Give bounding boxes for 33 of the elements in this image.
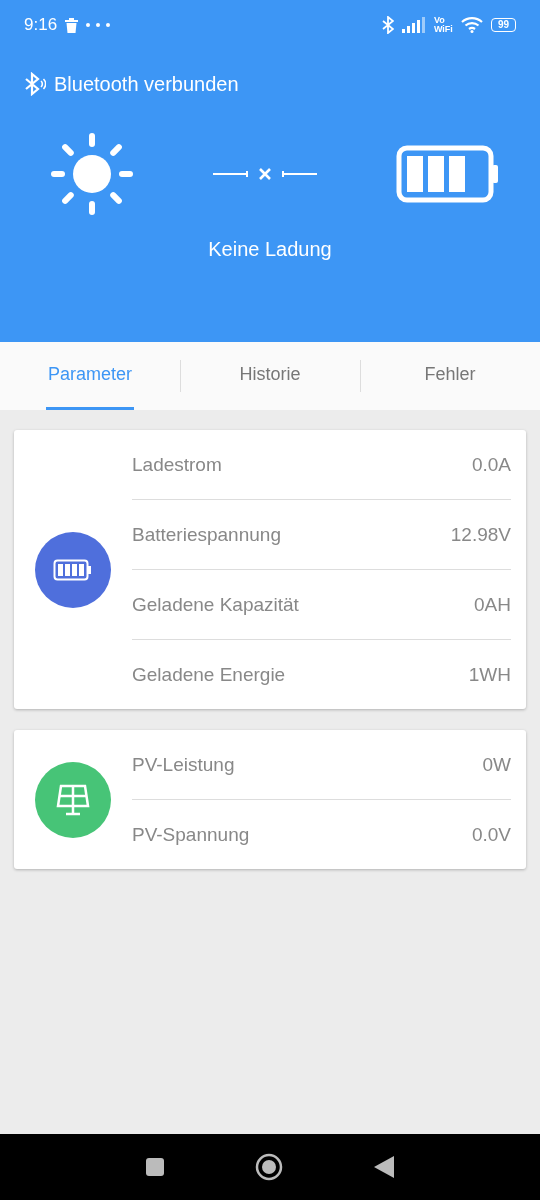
vowifi-label: Vo WiFi bbox=[433, 16, 453, 34]
parameter-value: 12.98V bbox=[450, 523, 511, 546]
battery-icon bbox=[396, 145, 500, 203]
wifi-icon bbox=[460, 17, 483, 33]
more-icon bbox=[86, 23, 111, 27]
parameter-label: Geladene Energie bbox=[132, 663, 286, 686]
charge-status: Keine Ladung bbox=[207, 238, 333, 261]
trash-icon bbox=[65, 17, 79, 33]
parameter-value: 0.0V bbox=[471, 823, 511, 846]
recents-icon[interactable] bbox=[145, 1157, 165, 1177]
clock: 9:16 bbox=[24, 15, 58, 35]
tab[interactable]: Fehler bbox=[422, 342, 478, 410]
connection-status: Bluetooth verbunden bbox=[54, 72, 239, 96]
parameter-label: PV-Leistung bbox=[132, 753, 235, 776]
back-icon[interactable] bbox=[373, 1155, 395, 1179]
tab[interactable]: Historie bbox=[237, 342, 303, 410]
disconnected-icon bbox=[213, 167, 317, 181]
home-icon[interactable] bbox=[255, 1153, 283, 1181]
parameter-value: 1WH bbox=[468, 663, 511, 686]
battery-level: 99 bbox=[490, 18, 516, 32]
signal-icon bbox=[401, 17, 426, 33]
parameter-value: 0AH bbox=[474, 593, 511, 616]
parameter-value: 0.0A bbox=[471, 453, 511, 476]
parameter-label: Ladestrom bbox=[132, 453, 222, 476]
parameter-label: Geladene Kapazität bbox=[132, 593, 299, 616]
bluetooth-icon bbox=[24, 72, 46, 96]
battery-icon bbox=[53, 558, 93, 581]
parameter-value: 0W bbox=[482, 753, 511, 776]
sun-icon bbox=[50, 132, 134, 216]
bluetooth-icon bbox=[381, 16, 394, 34]
tab[interactable]: Parameter bbox=[45, 342, 134, 410]
parameter-label: Batteriespannung bbox=[132, 523, 281, 546]
parameter-label: PV-Spannung bbox=[132, 823, 250, 846]
